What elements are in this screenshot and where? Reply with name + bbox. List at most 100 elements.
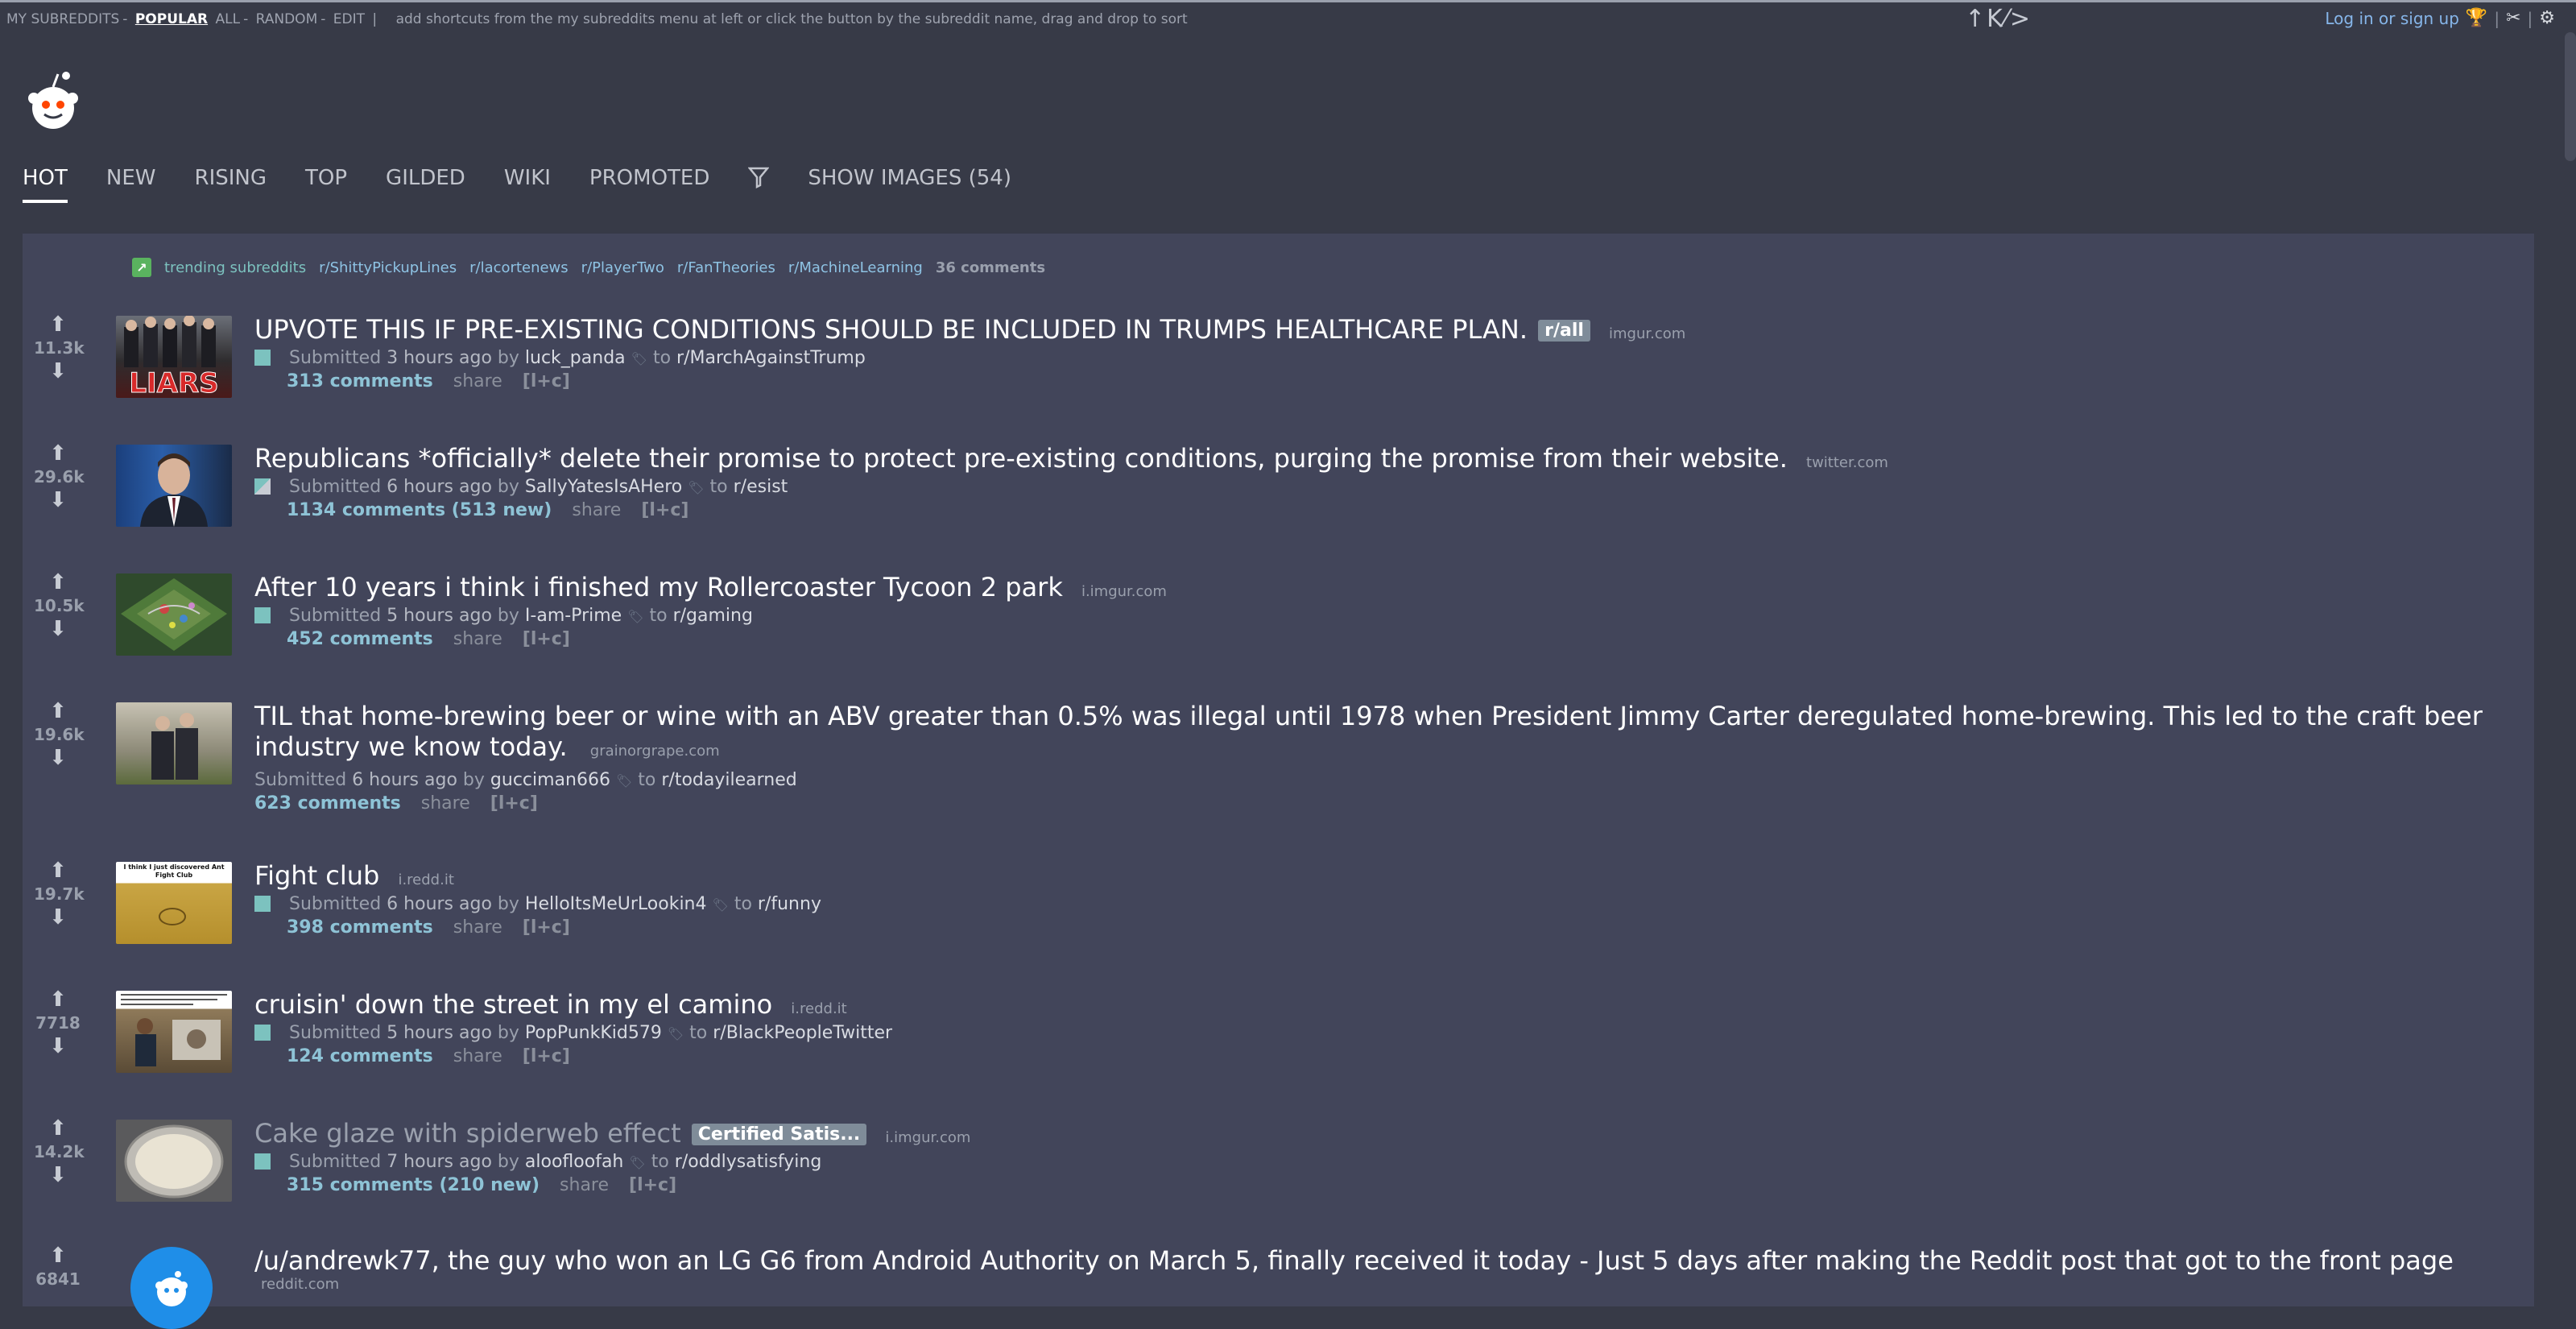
post-subreddit[interactable]: r/BlackPeopleTwitter bbox=[713, 1023, 892, 1043]
tab-top[interactable]: TOP bbox=[305, 166, 347, 203]
user-tag-icon[interactable]: 🏷 bbox=[668, 1026, 684, 1041]
expando-button[interactable] bbox=[254, 478, 271, 495]
post-domain[interactable]: i.imgur.com bbox=[885, 1129, 970, 1146]
tab-gilded[interactable]: GILDED bbox=[386, 166, 465, 203]
post-domain[interactable]: i.redd.it bbox=[791, 1000, 846, 1017]
post-author[interactable]: I-am-Prime bbox=[525, 606, 622, 626]
srbar-popular-link[interactable]: POPULAR bbox=[135, 11, 208, 27]
post-author[interactable]: aloofloofah bbox=[525, 1152, 623, 1172]
expand-link[interactable]: [l+c] bbox=[629, 1175, 676, 1195]
post-domain[interactable]: twitter.com bbox=[1806, 454, 1888, 471]
trending-sub-link[interactable]: r/FanTheories bbox=[677, 259, 775, 276]
expando-button[interactable] bbox=[254, 1025, 271, 1041]
post-title[interactable]: /u/andrewk77, the guy who won an LG G6 f… bbox=[254, 1245, 2454, 1276]
post-author[interactable]: PopPunkKid579 bbox=[525, 1023, 662, 1043]
expand-link[interactable]: [l+c] bbox=[523, 629, 570, 649]
post-author[interactable]: luck_panda bbox=[525, 348, 626, 368]
trending-sub-link[interactable]: r/PlayerTwo bbox=[581, 259, 664, 276]
comments-link[interactable]: 313 comments bbox=[287, 371, 433, 391]
downvote-arrow-icon[interactable]: ⬇ bbox=[34, 619, 82, 640]
post-domain[interactable]: i.imgur.com bbox=[1081, 583, 1167, 600]
expando-button[interactable] bbox=[254, 350, 271, 366]
downvote-arrow-icon[interactable]: ⬇ bbox=[34, 490, 82, 511]
downvote-arrow-icon[interactable]: ⬇ bbox=[34, 1165, 82, 1186]
trending-sub-link[interactable]: r/lacortenews bbox=[469, 259, 569, 276]
user-tag-icon[interactable]: 🏷 bbox=[688, 480, 704, 495]
post-author[interactable]: HelloItsMeUrLookin4 bbox=[525, 894, 707, 914]
comments-link[interactable]: 398 comments bbox=[287, 917, 433, 938]
share-link[interactable]: share bbox=[453, 917, 502, 938]
post-thumbnail[interactable] bbox=[116, 1120, 232, 1202]
post-thumbnail[interactable]: I think I just discovered Ant Fight Club bbox=[116, 862, 232, 944]
user-tag-icon[interactable]: 🏷 bbox=[629, 1155, 645, 1170]
post-title[interactable]: UPVOTE THIS IF PRE-EXISTING CONDITIONS S… bbox=[254, 314, 1528, 345]
share-link[interactable]: share bbox=[453, 1046, 502, 1066]
tab-show-images[interactable]: SHOW IMAGES (54) bbox=[808, 166, 1011, 203]
comments-link[interactable]: 1134 comments (513 new) bbox=[287, 500, 552, 520]
expand-link[interactable]: [l+c] bbox=[523, 371, 570, 391]
gear-icon[interactable]: ⚙ bbox=[2539, 8, 2555, 28]
post-domain[interactable]: reddit.com bbox=[261, 1276, 339, 1293]
post-title[interactable]: Cake glaze with spiderweb effect bbox=[254, 1118, 681, 1149]
expando-button[interactable] bbox=[254, 607, 271, 623]
post-subreddit[interactable]: r/MarchAgainstTrump bbox=[676, 348, 866, 368]
post-thumbnail[interactable]: LIARS bbox=[116, 316, 232, 398]
login-signup-link[interactable]: Log in or sign up bbox=[2325, 9, 2459, 28]
downvote-arrow-icon[interactable]: ⬇ bbox=[34, 361, 82, 382]
post-domain[interactable]: grainorgrape.com bbox=[590, 743, 720, 760]
downvote-arrow-icon[interactable]: ⬇ bbox=[34, 747, 82, 768]
post-subreddit[interactable]: r/todayilearned bbox=[661, 770, 796, 790]
expand-link[interactable]: [l+c] bbox=[490, 793, 538, 814]
upvote-arrow-icon[interactable]: ⬆ bbox=[34, 989, 82, 1010]
post-thumbnail[interactable] bbox=[116, 573, 232, 656]
post-domain[interactable]: i.redd.it bbox=[398, 872, 453, 888]
trending-comments-link[interactable]: 36 comments bbox=[936, 259, 1045, 276]
post-domain[interactable]: imgur.com bbox=[1609, 325, 1685, 342]
user-tag-icon[interactable]: 🏷 bbox=[631, 351, 647, 366]
comments-link[interactable]: 623 comments bbox=[254, 793, 401, 814]
tools-icon[interactable]: ✂ bbox=[2506, 8, 2520, 28]
tab-new[interactable]: NEW bbox=[106, 166, 156, 203]
downvote-arrow-icon[interactable]: ⬇ bbox=[34, 1036, 82, 1057]
expando-button[interactable] bbox=[254, 1153, 271, 1170]
tab-wiki[interactable]: WIKI bbox=[504, 166, 551, 203]
srbar-random-link[interactable]: RANDOM bbox=[256, 11, 318, 27]
comments-link[interactable]: 452 comments bbox=[287, 629, 433, 649]
post-subreddit[interactable]: r/oddlysatisfying bbox=[675, 1152, 822, 1172]
post-title[interactable]: cruisin' down the street in my el camino bbox=[254, 989, 772, 1020]
post-thumbnail[interactable] bbox=[116, 702, 232, 785]
post-title[interactable]: Republicans *officially* delete their pr… bbox=[254, 443, 1788, 474]
post-thumbnail[interactable] bbox=[130, 1247, 213, 1329]
trending-sub-link[interactable]: r/ShittyPickupLines bbox=[319, 259, 457, 276]
post-author[interactable]: SallyYatesIsAHero bbox=[525, 477, 682, 497]
srbar-all-link[interactable]: ALL bbox=[216, 11, 241, 27]
reddit-logo[interactable] bbox=[23, 71, 84, 132]
tab-hot[interactable]: HOT bbox=[23, 166, 68, 203]
upvote-arrow-icon[interactable]: ⬆ bbox=[34, 701, 82, 722]
srbar-scroll-arrows[interactable]: ↑K⁄> bbox=[1965, 5, 2032, 33]
comments-link[interactable]: 124 comments bbox=[287, 1046, 433, 1066]
share-link[interactable]: share bbox=[572, 500, 621, 520]
upvote-arrow-icon[interactable]: ⬆ bbox=[34, 1245, 82, 1266]
share-link[interactable]: share bbox=[453, 629, 502, 649]
post-thumbnail[interactable] bbox=[116, 991, 232, 1073]
expand-link[interactable]: [l+c] bbox=[641, 500, 688, 520]
post-author[interactable]: gucciman666 bbox=[490, 770, 610, 790]
expand-link[interactable]: [l+c] bbox=[523, 917, 570, 938]
tab-promoted[interactable]: PROMOTED bbox=[589, 166, 709, 203]
upvote-arrow-icon[interactable]: ⬆ bbox=[34, 1118, 82, 1139]
page-scrollbar[interactable] bbox=[2565, 32, 2576, 161]
comments-link[interactable]: 315 comments (210 new) bbox=[287, 1175, 540, 1195]
post-subreddit[interactable]: r/gaming bbox=[673, 606, 753, 626]
user-tag-icon[interactable]: 🏷 bbox=[713, 897, 729, 913]
user-tag-icon[interactable]: 🏷 bbox=[616, 773, 632, 789]
upvote-arrow-icon[interactable]: ⬆ bbox=[34, 314, 82, 335]
post-title[interactable]: TIL that home-brewing beer or wine with … bbox=[254, 701, 2483, 762]
expando-button[interactable] bbox=[254, 896, 271, 912]
post-subreddit[interactable]: r/esist bbox=[734, 477, 788, 497]
trending-sub-link[interactable]: r/MachineLearning bbox=[788, 259, 923, 276]
downvote-arrow-icon[interactable]: ⬇ bbox=[34, 907, 82, 928]
share-link[interactable]: share bbox=[560, 1175, 609, 1195]
upvote-arrow-icon[interactable]: ⬆ bbox=[34, 860, 82, 881]
upvote-arrow-icon[interactable]: ⬆ bbox=[34, 572, 82, 593]
